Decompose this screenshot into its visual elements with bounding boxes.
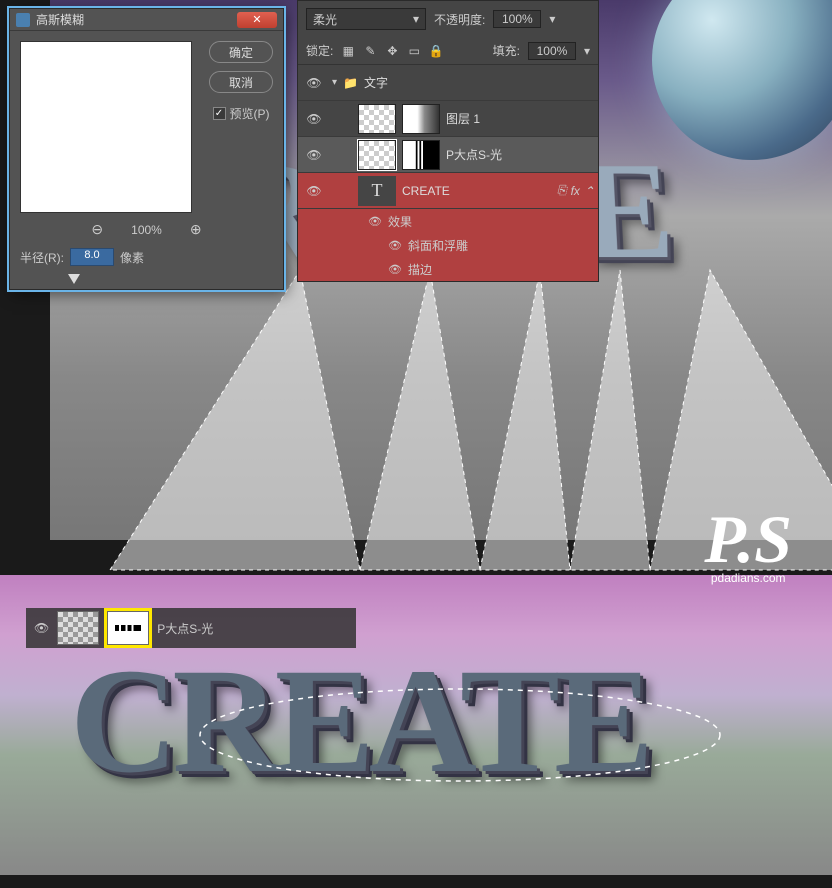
radius-slider[interactable] [20, 274, 196, 286]
radius-unit: 像素 [120, 249, 144, 266]
preview-checkbox[interactable]: ✓ [213, 107, 226, 120]
visibility-eye-icon[interactable]: 👁 [388, 239, 402, 252]
visibility-eye-icon[interactable]: 👁 [388, 263, 402, 276]
effects-label: 效果 [388, 213, 412, 230]
mini-layer-thumbnail[interactable] [57, 611, 99, 645]
group-name: 文字 [364, 74, 594, 91]
lock-brush-icon[interactable]: ✎ [363, 44, 377, 58]
app-icon [16, 13, 30, 27]
layer-row-1[interactable]: 👁 图层 1 [298, 101, 598, 137]
close-button[interactable]: ✕ [237, 12, 277, 28]
visibility-eye-icon[interactable]: 👁 [306, 148, 321, 162]
effect-name: 描边 [408, 261, 432, 278]
cancel-button[interactable]: 取消 [209, 71, 273, 93]
text-layer-row[interactable]: 👁 T CREATE ⎘ fx ⌃ [298, 173, 598, 209]
opacity-value: 100% [502, 12, 533, 26]
blend-mode-select[interactable]: 柔光 ▾ [306, 8, 426, 30]
mask-preview [115, 625, 141, 631]
radius-input[interactable]: 8.0 [70, 248, 114, 266]
mini-layer-name: P大点S-光 [157, 620, 213, 637]
visibility-eye-icon[interactable]: 👁 [306, 112, 321, 126]
visibility-eye-icon[interactable]: 👁 [306, 184, 321, 198]
mini-layer-bar[interactable]: 👁 P大点S-光 [26, 608, 356, 648]
dialog-titlebar[interactable]: 高斯模糊 ✕ [10, 9, 283, 31]
visibility-eye-icon[interactable]: 👁 [306, 76, 321, 90]
layer-group-row[interactable]: 👁 ▾ 📁 文字 [298, 65, 598, 101]
layer-row-2[interactable]: 👁 P大点S-光 [298, 137, 598, 173]
fill-value: 100% [537, 44, 568, 58]
layer-mask-thumbnail[interactable] [402, 104, 440, 134]
lock-transparency-icon[interactable]: ▦ [341, 44, 355, 58]
dialog-body: 确定 取消 ✓ 预览(P) ⊖ 100% ⊕ 半径(R): 8.0 像素 [10, 31, 283, 296]
chevron-down-icon[interactable]: ▾ [584, 44, 590, 58]
preview-area[interactable] [20, 41, 192, 213]
chevron-down-icon[interactable]: ▾ [549, 12, 555, 26]
ok-button[interactable]: 确定 [209, 41, 273, 63]
text-layer-name: CREATE [402, 184, 551, 198]
disclosure-icon[interactable]: ▾ [332, 77, 337, 88]
layer-name: 图层 1 [446, 110, 594, 127]
layer-thumbnail[interactable] [358, 140, 396, 170]
radius-label: 半径(R): [20, 249, 64, 266]
effect-stroke-row[interactable]: 👁 描边 [298, 257, 598, 281]
opacity-input[interactable]: 100% [493, 10, 541, 28]
layer-thumbnail[interactable] [358, 104, 396, 134]
folder-icon: 📁 [343, 76, 358, 90]
chevron-down-icon: ▾ [413, 12, 419, 26]
watermark-main: P.S [704, 500, 792, 579]
gaussian-blur-dialog: 高斯模糊 ✕ 确定 取消 ✓ 预览(P) ⊖ 100% ⊕ 半径(R): 8.0… [9, 8, 284, 290]
blend-mode-value: 柔光 [313, 11, 337, 28]
fx-label[interactable]: fx [571, 184, 580, 198]
chevron-down-icon[interactable]: ⌃ [584, 184, 594, 198]
preview-label: 预览(P) [230, 105, 270, 122]
watermark: P.S pdadians.com [704, 500, 792, 585]
visibility-eye-icon[interactable]: 👁 [34, 621, 49, 635]
fill-input[interactable]: 100% [528, 42, 576, 60]
zoom-out-icon[interactable]: ⊖ [91, 221, 103, 238]
elliptical-selection [190, 685, 730, 805]
lock-label: 锁定: [306, 42, 333, 59]
effects-row[interactable]: 👁 效果 [298, 209, 598, 233]
text-layer-icon: T [358, 176, 396, 206]
layer-name: P大点S-光 [446, 146, 594, 163]
layer-mask-thumbnail[interactable] [402, 140, 440, 170]
layers-panel: 柔光 ▾ 不透明度: 100% ▾ 锁定: ▦ ✎ ✥ ▭ 🔒 填充: 100%… [297, 0, 599, 282]
lock-artboard-icon[interactable]: ▭ [407, 44, 421, 58]
watermark-sub: pdadians.com [704, 571, 792, 585]
link-icon[interactable]: ⎘ [557, 183, 567, 198]
slider-handle[interactable] [68, 274, 80, 284]
lock-row: 锁定: ▦ ✎ ✥ ▭ 🔒 填充: 100% ▾ [298, 37, 598, 65]
dialog-title: 高斯模糊 [36, 11, 237, 28]
lock-all-icon[interactable]: 🔒 [429, 44, 443, 58]
mini-mask-thumbnail[interactable] [107, 611, 149, 645]
zoom-in-icon[interactable]: ⊕ [190, 221, 202, 238]
opacity-label: 不透明度: [434, 11, 485, 28]
preview-checkbox-row[interactable]: ✓ 预览(P) [213, 105, 270, 122]
fill-label: 填充: [493, 42, 520, 59]
layers-options-row: 柔光 ▾ 不透明度: 100% ▾ [298, 1, 598, 37]
visibility-eye-icon[interactable]: 👁 [368, 215, 382, 228]
effect-name: 斜面和浮雕 [408, 237, 468, 254]
lock-move-icon[interactable]: ✥ [385, 44, 399, 58]
effect-bevel-row[interactable]: 👁 斜面和浮雕 [298, 233, 598, 257]
zoom-percent: 100% [131, 223, 162, 237]
planet-shape [652, 0, 832, 160]
